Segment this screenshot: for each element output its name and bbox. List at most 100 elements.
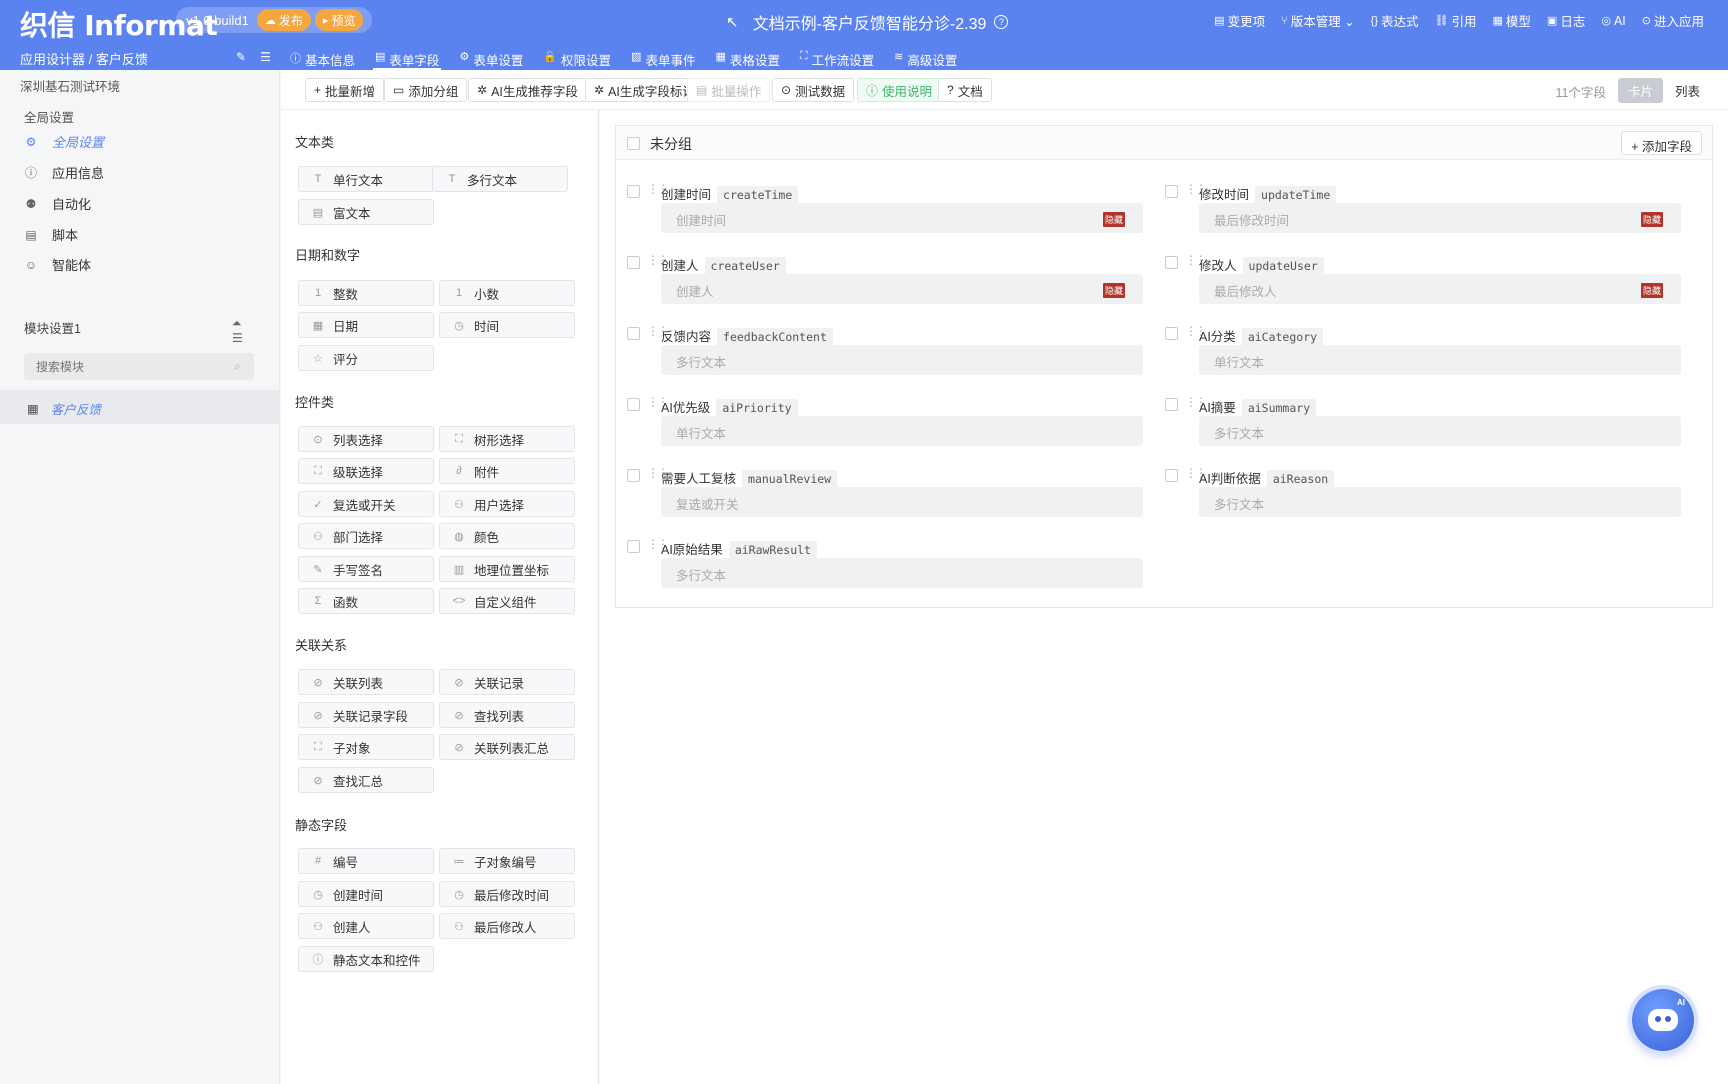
form-field-aiPriority[interactable]: ⋮⋮ AI优先级 aiPriority 单行文本 [627, 393, 1143, 453]
palette-field-sigma[interactable]: Σ 函数 [298, 588, 434, 614]
group-checkbox[interactable] [627, 137, 640, 150]
help-icon[interactable]: ? [994, 15, 1009, 29]
form-field-aiCategory[interactable]: ⋮⋮ AI分类 aiCategory 单行文本 [1165, 322, 1681, 382]
sidebar-item-3[interactable]: ▤ 脚本 [24, 225, 78, 244]
palette-field-link[interactable]: ⊘ 查找列表 [439, 702, 575, 728]
ai-assistant-button[interactable]: AI [1632, 989, 1694, 1051]
palette-field-calendar[interactable]: ▦ 日期 [298, 312, 434, 338]
tab-7[interactable]: ≋ 高级设置 [892, 46, 959, 70]
header-action-6[interactable]: ◎ AI [1601, 11, 1625, 30]
palette-field-richtext[interactable]: ▤ 富文本 [298, 199, 434, 225]
palette-field-map[interactable]: ▥ 地理位置坐标 [439, 556, 575, 582]
field-checkbox[interactable] [627, 327, 640, 340]
toolbar-button-4[interactable]: ▤ 批量操作 [687, 78, 771, 102]
palette-field-star[interactable]: ☆ 评分 [298, 345, 434, 371]
palette-field-link[interactable]: ⊘ 查找汇总 [298, 767, 434, 793]
palette-field-user[interactable]: ⚇ 创建人 [298, 913, 434, 939]
tab-3[interactable]: 🔒 权限设置 [541, 46, 613, 70]
module-search-input[interactable] [24, 353, 254, 380]
sidebar-item-4[interactable]: ☺ 智能体 [24, 255, 91, 274]
palette-field-palette[interactable]: ◍ 颜色 [439, 523, 575, 549]
preview-button[interactable]: ▸ 预览 [314, 9, 364, 31]
palette-field-code[interactable]: <> 自定义组件 [439, 588, 575, 614]
outline-icon[interactable]: ☰ [260, 50, 271, 64]
view-card-button[interactable]: 卡片 [1617, 78, 1663, 103]
field-checkbox[interactable] [1165, 185, 1178, 198]
toolbar-button-2[interactable]: ✲ AI生成推荐字段 [468, 78, 587, 102]
form-field-aiSummary[interactable]: ⋮⋮ AI摘要 aiSummary 多行文本 [1165, 393, 1681, 453]
field-checkbox[interactable] [1165, 469, 1178, 482]
edit-icon[interactable]: ✎ [236, 50, 246, 64]
palette-field-cascade[interactable]: ⛶ 级联选择 [298, 458, 434, 484]
tab-5[interactable]: ▦ 表格设置 [713, 46, 781, 70]
form-field-aiRawResult[interactable]: ⋮⋮ AI原始结果 aiRawResult 多行文本 [627, 535, 1143, 595]
palette-field-clock[interactable]: ◷ 创建时间 [298, 881, 434, 907]
palette-field-list-number[interactable]: ≔ 子对象编号 [439, 848, 575, 874]
toolbar-button-0[interactable]: + 批量新增 [305, 78, 385, 102]
sidebar-item-2[interactable]: ⚉ 自动化 [24, 194, 91, 213]
header-action-1[interactable]: ⑂ 版本管理 ⌄ [1281, 11, 1355, 30]
field-checkbox[interactable] [627, 256, 640, 269]
sort-icon[interactable]: ☰ [232, 331, 243, 345]
palette-field-clock[interactable]: ◷ 最后修改时间 [439, 881, 575, 907]
field-checkbox[interactable] [1165, 256, 1178, 269]
publish-button[interactable]: ☁ 发布 [256, 9, 311, 31]
header-action-7[interactable]: ⊙ 进入应用 [1642, 11, 1704, 30]
palette-field-link[interactable]: ⊘ 关联列表汇总 [439, 734, 575, 760]
field-checkbox[interactable] [1165, 327, 1178, 340]
field-checkbox[interactable] [627, 398, 640, 411]
palette-field-link[interactable]: ⊘ 关联列表 [298, 669, 434, 695]
header-action-0[interactable]: ▤ 变更项 [1214, 11, 1265, 30]
palette-field-dept[interactable]: ⚇ 部门选择 [298, 523, 434, 549]
palette-field-tree-select[interactable]: ⛶ 树形选择 [439, 426, 575, 452]
form-field-updateUser[interactable]: ⋮⋮ 修改人 updateUser 最后修改人 隐藏 [1165, 251, 1681, 311]
tab-1[interactable]: ▤ 表单字段 [373, 46, 442, 70]
form-field-updateTime[interactable]: ⋮⋮ 修改时间 updateTime 最后修改时间 隐藏 [1165, 180, 1681, 240]
palette-field-pen[interactable]: ✎ 手写签名 [298, 556, 434, 582]
palette-field-link[interactable]: ⊘ 关联记录字段 [298, 702, 434, 728]
header-action-4[interactable]: ▦ 模型 [1493, 11, 1531, 30]
field-checkbox[interactable] [1165, 398, 1178, 411]
palette-field-decimal[interactable]: 1 小数 [439, 280, 575, 306]
palette-field-attachment[interactable]: ∂ 附件 [439, 458, 575, 484]
field-checkbox[interactable] [627, 185, 640, 198]
tab-0[interactable]: ⓘ 基本信息 [288, 46, 357, 70]
palette-field-link[interactable]: ⊘ 关联记录 [439, 669, 575, 695]
breadcrumb[interactable]: 应用设计器 / 客户反馈 [20, 49, 148, 68]
toolbar-button-5[interactable]: ⊙ 测试数据 [772, 78, 855, 102]
header-action-2[interactable]: {} 表达式 [1371, 11, 1419, 30]
form-field-createTime[interactable]: ⋮⋮ 创建时间 createTime 创建时间 隐藏 [627, 180, 1143, 240]
header-action-5[interactable]: ▣ 日志 [1547, 11, 1585, 30]
form-field-manualReview[interactable]: ⋮⋮ 需要人工复核 manualReview 复选或开关 [627, 464, 1143, 524]
palette-field-user[interactable]: ⚇ 用户选择 [439, 491, 575, 517]
palette-field-text[interactable]: T 单行文本 [298, 166, 434, 192]
field-checkbox[interactable] [627, 540, 640, 553]
toolbar-button-1[interactable]: ▭ 添加分组 [384, 78, 468, 102]
tab-4[interactable]: ▧ 表单事件 [629, 46, 697, 70]
palette-field-integer[interactable]: 1 整数 [298, 280, 434, 306]
sidebar-item-0[interactable]: ⚙ 全局设置 [24, 132, 104, 151]
sidebar-item-customer-feedback[interactable]: ▦ 客户反馈 [0, 390, 279, 424]
toolbar-button-7[interactable]: ? 文档 [938, 78, 992, 102]
palette-field-info[interactable]: ⓘ 静态文本和控件 [298, 946, 434, 972]
palette-field-multiline-text[interactable]: T 多行文本 [432, 166, 568, 192]
palette-field-check[interactable]: ✓ 复选或开关 [298, 491, 434, 517]
palette-field-clock[interactable]: ◷ 时间 [439, 312, 575, 338]
view-list-button[interactable]: 列表 [1675, 81, 1700, 100]
form-field-aiReason[interactable]: ⋮⋮ AI判断依据 aiReason 多行文本 [1165, 464, 1681, 524]
form-field-createUser[interactable]: ⋮⋮ 创建人 createUser 创建人 隐藏 [627, 251, 1143, 311]
back-arrow-icon[interactable]: ↖ [726, 13, 739, 31]
sidebar-item-1[interactable]: ⓘ 应用信息 [24, 163, 104, 182]
form-field-feedbackContent[interactable]: ⋮⋮ 反馈内容 feedbackContent 多行文本 [627, 322, 1143, 382]
palette-field-hash[interactable]: # 编号 [298, 848, 434, 874]
palette-field-subobject[interactable]: ⛶ 子对象 [298, 734, 434, 760]
tab-2[interactable]: ⚙ 表单设置 [457, 46, 525, 70]
toolbar-button-6[interactable]: ⓘ 使用说明 [857, 78, 942, 102]
tab-6[interactable]: ⛶ 工作流设置 [798, 46, 876, 70]
add-field-button[interactable]: + 添加字段 [1621, 131, 1702, 155]
header-action-3[interactable]: ⛓ 引用 [1435, 11, 1477, 30]
collapse-icon[interactable]: ⏶ [232, 316, 242, 330]
palette-field-list-select[interactable]: ⊙ 列表选择 [298, 426, 434, 452]
palette-field-user[interactable]: ⚇ 最后修改人 [439, 913, 575, 939]
field-checkbox[interactable] [627, 469, 640, 482]
